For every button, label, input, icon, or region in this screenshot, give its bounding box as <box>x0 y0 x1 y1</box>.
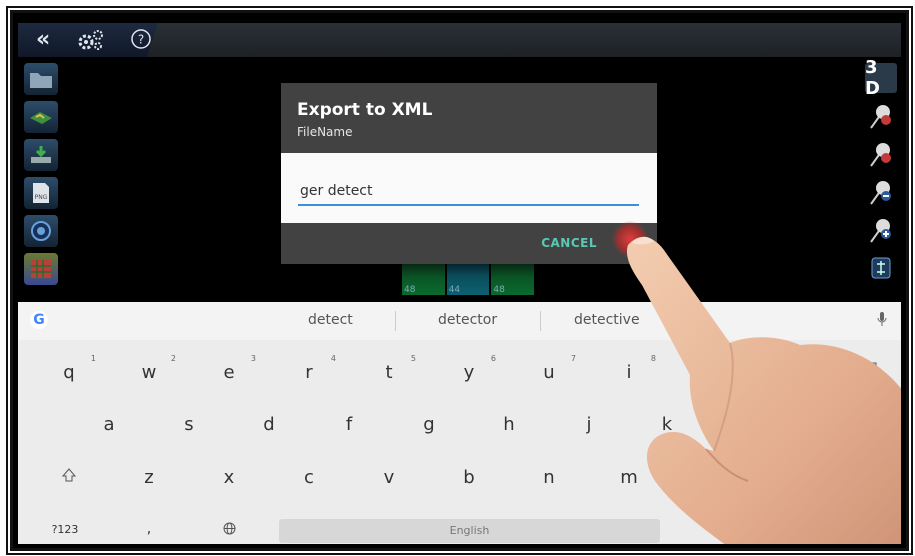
key-x[interactable]: x <box>214 467 244 488</box>
top-toolbar: « ? <box>18 23 901 57</box>
grid-icon[interactable] <box>24 253 58 285</box>
dialog-body <box>281 153 657 223</box>
minus-probe-icon[interactable] <box>865 177 897 207</box>
suggestion-item[interactable]: detect <box>308 312 353 328</box>
key-hint: 5 <box>410 354 416 363</box>
filename-input[interactable] <box>298 178 639 206</box>
key-label: e <box>223 362 235 383</box>
symbols-key[interactable]: ?123 <box>45 523 85 536</box>
key-u[interactable]: u7 <box>534 354 576 383</box>
dialog-title: Export to XML <box>297 100 433 120</box>
key-g[interactable]: g <box>414 414 444 435</box>
map-icon[interactable] <box>24 101 58 133</box>
comma-key[interactable]: , <box>134 521 164 537</box>
key-hint: 1 <box>90 354 96 363</box>
left-sidebar: PNG <box>24 63 60 291</box>
globe-icon[interactable] <box>214 522 244 539</box>
app-screen: « ? PNG 3 D 48 44 48 Export to XML FileN… <box>18 23 901 544</box>
key-f[interactable]: f <box>334 414 364 435</box>
cancel-button[interactable]: CANCEL <box>541 236 597 250</box>
key-b[interactable]: b <box>454 467 484 488</box>
key-h[interactable]: h <box>494 414 524 435</box>
double-chevron-left-icon[interactable]: « <box>36 28 50 52</box>
remove-probe-icon[interactable] <box>865 101 897 131</box>
key-hint: 4 <box>330 354 336 363</box>
suggestion-divider <box>540 311 541 331</box>
key-w[interactable]: w2 <box>134 354 176 383</box>
key-label: t <box>385 362 393 383</box>
radar-icon[interactable] <box>24 215 58 247</box>
remove-probe-icon[interactable] <box>865 139 897 169</box>
key-hint: 6 <box>490 354 496 363</box>
key-j[interactable]: j <box>574 414 604 435</box>
key-c[interactable]: c <box>294 467 324 488</box>
svg-text:PNG: PNG <box>35 194 48 201</box>
download-icon[interactable] <box>24 139 58 171</box>
key-hint: 2 <box>170 354 176 363</box>
key-e[interactable]: e3 <box>214 354 256 383</box>
space-bar[interactable]: English <box>279 519 660 543</box>
key-q[interactable]: q1 <box>54 354 96 383</box>
dialog-subtitle: FileName <box>297 125 353 139</box>
key-a[interactable]: a <box>94 414 124 435</box>
svg-text:?: ? <box>138 33 144 47</box>
key-hint: 7 <box>570 354 576 363</box>
help-icon[interactable]: ? <box>130 28 152 57</box>
key-label: u <box>543 362 555 383</box>
export-dialog: Export to XML FileName CANCEL <box>281 83 657 264</box>
key-label: q <box>63 362 75 383</box>
gears-icon[interactable] <box>76 28 106 57</box>
suggestion-divider <box>395 311 396 331</box>
key-n[interactable]: n <box>534 467 564 488</box>
folder-icon[interactable] <box>24 63 58 95</box>
key-d[interactable]: d <box>254 414 284 435</box>
key-r[interactable]: r4 <box>294 354 336 383</box>
key-s[interactable]: s <box>174 414 204 435</box>
screenshot-frame: « ? PNG 3 D 48 44 48 Export to XML FileN… <box>10 10 909 551</box>
key-y[interactable]: y6 <box>454 354 496 383</box>
pointing-hand-image <box>627 236 901 544</box>
png-icon[interactable]: PNG <box>24 177 58 209</box>
key-label: r <box>305 362 313 383</box>
key-label: w <box>141 362 157 383</box>
google-logo-icon[interactable]: G <box>30 311 48 329</box>
suggestion-item[interactable]: detector <box>438 312 497 328</box>
key-label: y <box>463 362 475 383</box>
shift-icon[interactable] <box>54 468 84 486</box>
view-3d-button[interactable]: 3 D <box>865 57 897 99</box>
key-v[interactable]: v <box>374 467 404 488</box>
key-t[interactable]: t5 <box>374 354 416 383</box>
key-z[interactable]: z <box>134 467 164 488</box>
key-hint: 3 <box>250 354 256 363</box>
